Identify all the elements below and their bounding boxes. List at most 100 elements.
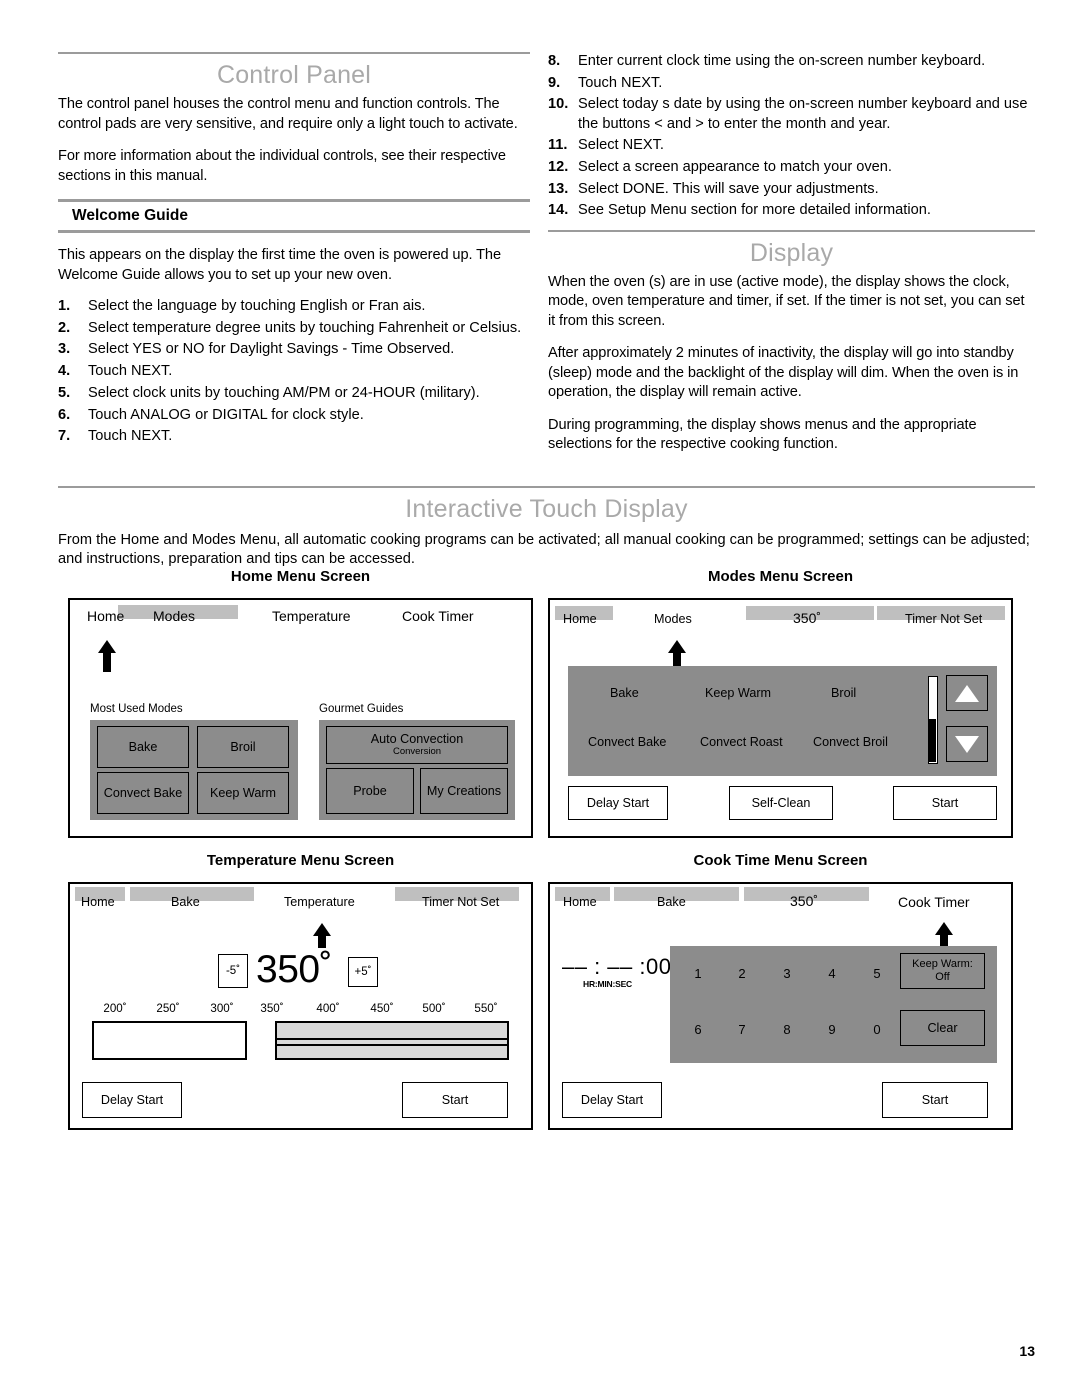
- step-text: Select today s date by using the on-scre…: [578, 96, 1028, 132]
- triangle-down-icon: [955, 735, 979, 753]
- step-number: 9.: [548, 74, 561, 91]
- keypad-key-3[interactable]: 3: [775, 966, 799, 981]
- welcome-guide-header: Welcome Guide: [58, 199, 530, 233]
- tab-temperature-value[interactable]: 350˚: [790, 893, 818, 909]
- list-item: 14. See Setup Menu section for more detai…: [548, 201, 1035, 220]
- step-text: See Setup Menu section for more detailed…: [578, 202, 931, 219]
- home-button-keep-warm[interactable]: Keep Warm: [197, 772, 289, 814]
- step-number: 4.: [58, 363, 71, 380]
- mode-convect-broil[interactable]: Convect Broil: [813, 735, 888, 749]
- home-tabbar: Home Modes Temperature Cook Timer: [70, 600, 531, 636]
- tab-home[interactable]: Home: [563, 612, 597, 626]
- tab-bake[interactable]: Bake: [657, 895, 686, 909]
- keypad-key-4[interactable]: 4: [820, 966, 844, 981]
- tab-cook-timer[interactable]: Cook Timer: [402, 608, 474, 624]
- list-item: 1. Select the language by touching Englis…: [58, 297, 530, 316]
- tab-temperature-value[interactable]: 350˚: [793, 610, 821, 626]
- temperature-decrement-button[interactable]: -5˚: [218, 954, 248, 988]
- cook-timer-units-label: HR:MIN:SEC: [583, 979, 632, 989]
- scroll-down-button[interactable]: [946, 726, 988, 762]
- temperature-slider-line-2: [275, 1044, 507, 1046]
- auto-convection-label: Auto Convection: [370, 732, 464, 747]
- tab-timer-status[interactable]: Timer Not Set: [422, 895, 499, 909]
- scale-label-350: 350˚: [260, 1002, 284, 1015]
- temperature-slider-knob[interactable]: [245, 1021, 277, 1060]
- list-item: 11. Select NEXT.: [548, 136, 1035, 155]
- temperature-slider[interactable]: [92, 1021, 509, 1060]
- tab-cook-timer[interactable]: Cook Timer: [898, 894, 970, 910]
- scale-label-450: 450˚: [370, 1002, 394, 1015]
- cooktime-screen-caption: Cook Time Menu Screen: [693, 852, 868, 869]
- display-section-title: Display: [749, 238, 834, 267]
- keypad-key-1[interactable]: 1: [686, 966, 710, 981]
- step-number: 12.: [548, 159, 569, 176]
- tab-bake[interactable]: Bake: [171, 895, 200, 909]
- page-number: 13: [1019, 1343, 1035, 1359]
- list-item: 10. Select today s date by using the on-s…: [548, 95, 1035, 133]
- step-text: Select DONE. This will save your adjustm…: [578, 180, 879, 197]
- tab-home[interactable]: Home: [87, 608, 124, 624]
- tab-temperature[interactable]: Temperature: [272, 608, 351, 624]
- keypad-clear-button[interactable]: Clear: [900, 1010, 985, 1046]
- home-button-auto-convection[interactable]: Auto Convection Conversion: [326, 726, 508, 764]
- home-button-probe[interactable]: Probe: [326, 768, 414, 814]
- step-text: Touch NEXT.: [578, 74, 663, 91]
- keypad-key-0[interactable]: 0: [865, 1022, 889, 1037]
- modes-tabbar: Home Modes 350˚ Timer Not Set: [550, 600, 1011, 636]
- keypad-key-5[interactable]: 5: [865, 966, 889, 981]
- most-used-modes-label: Most Used Modes: [90, 703, 183, 715]
- display-paragraph-3: During programming, the display shows me…: [548, 416, 977, 453]
- list-item: 9. Touch NEXT.: [548, 74, 1035, 93]
- temperature-increment-button[interactable]: +5˚: [348, 957, 378, 987]
- modes-scrollbar[interactable]: [928, 676, 938, 764]
- keypad-key-8[interactable]: 8: [775, 1022, 799, 1037]
- step-text: Select temperature degree units by touch…: [88, 319, 522, 336]
- keypad-key-2[interactable]: 2: [730, 966, 754, 981]
- modes-button-self-clean[interactable]: Self-Clean: [729, 786, 833, 820]
- home-button-convect-bake[interactable]: Convect Bake: [97, 772, 189, 814]
- step-text: Select a screen appearance to match your…: [578, 159, 892, 176]
- cook-time-menu-screen: Home Bake 350˚ Cook Timer –– : –– :00 HR…: [548, 882, 1013, 1130]
- mode-broil[interactable]: Broil: [831, 686, 856, 700]
- list-item: 7. Touch NEXT.: [58, 427, 530, 446]
- mode-keep-warm[interactable]: Keep Warm: [705, 686, 771, 700]
- keep-warm-value: Off: [935, 971, 950, 983]
- tab-timer-status[interactable]: Timer Not Set: [905, 612, 982, 626]
- tab-temperature[interactable]: Temperature: [284, 895, 355, 909]
- step-number: 13.: [548, 180, 569, 197]
- temperature-button-start[interactable]: Start: [402, 1082, 508, 1118]
- step-text: Select YES or NO for Daylight Savings - …: [88, 341, 455, 358]
- mode-bake[interactable]: Bake: [610, 686, 639, 700]
- cooktime-button-delay-start[interactable]: Delay Start: [562, 1082, 662, 1118]
- modes-button-start[interactable]: Start: [893, 786, 997, 820]
- keypad-key-7[interactable]: 7: [730, 1022, 754, 1037]
- keypad-key-9[interactable]: 9: [820, 1022, 844, 1037]
- step-number: 7.: [58, 428, 71, 445]
- tab-home[interactable]: Home: [563, 895, 597, 909]
- step-number: 3.: [58, 341, 71, 358]
- temperature-screen-caption: Temperature Menu Screen: [206, 852, 395, 869]
- cooktime-tabbar: Home Bake 350˚ Cook Timer: [550, 884, 1011, 920]
- modes-scrollbar-thumb[interactable]: [929, 719, 936, 762]
- home-screen-caption: Home Menu Screen: [230, 568, 371, 585]
- keypad-key-6[interactable]: 6: [686, 1022, 710, 1037]
- home-button-my-creations[interactable]: My Creations: [420, 768, 508, 814]
- temperature-tabbar: Home Bake Temperature Timer Not Set: [70, 884, 531, 920]
- modes-button-delay-start[interactable]: Delay Start: [568, 786, 668, 820]
- mode-convect-roast[interactable]: Convect Roast: [700, 735, 783, 749]
- home-button-bake[interactable]: Bake: [97, 726, 189, 768]
- temperature-button-delay-start[interactable]: Delay Start: [82, 1082, 182, 1118]
- scroll-up-button[interactable]: [946, 675, 988, 711]
- home-button-broil[interactable]: Broil: [197, 726, 289, 768]
- list-item: 2. Select temperature degree units by tou…: [58, 319, 530, 338]
- list-item: 5. Select clock units by touching AM/PM o…: [58, 384, 530, 403]
- tab-modes[interactable]: Modes: [654, 612, 692, 626]
- tab-home[interactable]: Home: [81, 895, 115, 909]
- temperature-slider-line-1: [275, 1038, 507, 1040]
- keep-warm-label: Keep Warm:: [912, 958, 973, 971]
- scale-label-550: 550˚: [474, 1002, 498, 1015]
- cooktime-button-start[interactable]: Start: [882, 1082, 988, 1118]
- tab-modes[interactable]: Modes: [153, 608, 195, 624]
- mode-convect-bake[interactable]: Convect Bake: [588, 735, 666, 749]
- keep-warm-toggle-button[interactable]: Keep Warm: Off: [900, 953, 985, 989]
